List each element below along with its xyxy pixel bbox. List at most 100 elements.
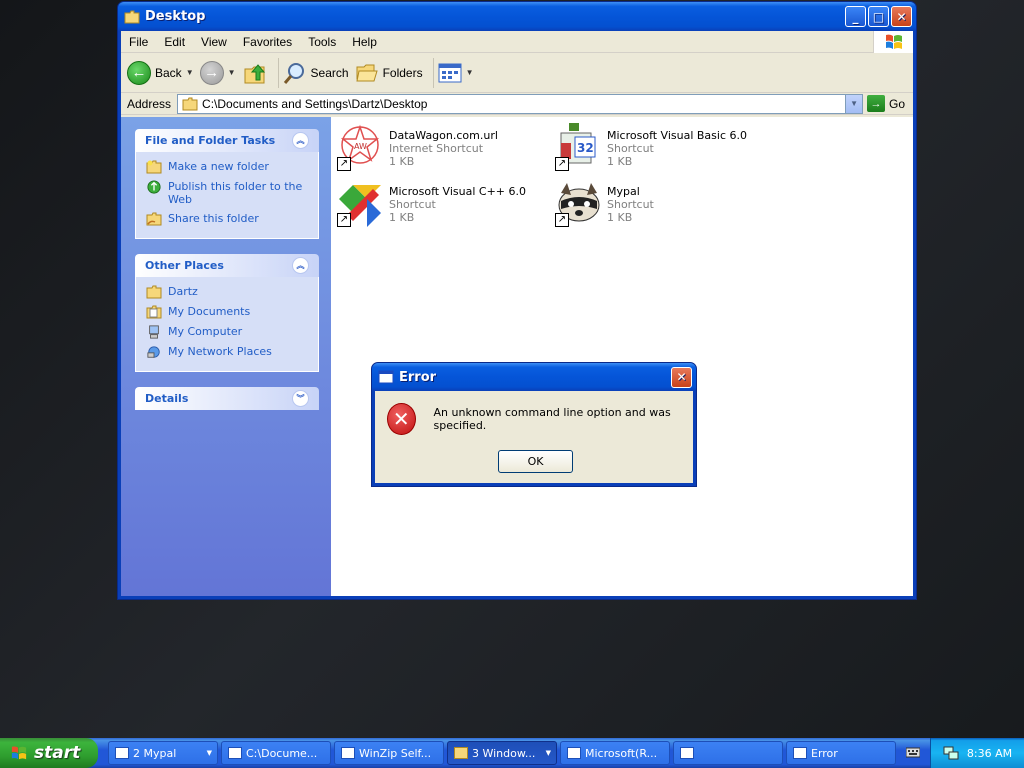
file-item[interactable]: 32 ↗ Microsoft Visual Basic 6.0 Shortcut… [553, 123, 763, 173]
task-label: Make a new folder [168, 160, 269, 173]
menu-help[interactable]: Help [344, 35, 385, 49]
file-name: Mypal [607, 185, 640, 198]
share-folder-link[interactable]: Share this folder [146, 212, 308, 226]
keyboard-icon[interactable] [906, 746, 920, 758]
file-folder-tasks-body: Make a new folder Publish this folder to… [135, 152, 319, 239]
file-type: Shortcut [607, 198, 654, 211]
back-dropdown-icon[interactable]: ▼ [186, 68, 194, 77]
new-folder-icon [146, 160, 162, 174]
dialog-titlebar[interactable]: Error ✕ [372, 363, 696, 391]
taskbar-label: WinZip Self... [359, 746, 432, 760]
dialog-message-row: ✕ An unknown command line option and was… [387, 403, 693, 435]
forward-button[interactable]: → ▼ [199, 60, 236, 85]
taskbar-winzip[interactable]: WinZip Self... [334, 741, 444, 765]
taskbar-label: Error [811, 746, 838, 760]
toolbar-separator [277, 57, 279, 88]
search-label: Search [310, 65, 349, 80]
taskbar-label: 2 Mypal [133, 746, 177, 760]
other-places-header[interactable]: Other Places ︽ [135, 254, 319, 277]
place-network-link[interactable]: My Network Places [146, 345, 308, 359]
address-dropdown-icon[interactable]: ▼ [845, 94, 863, 113]
taskbar-buttons: 2 Mypal ▼ C:\Docume... WinZip Self... 3 … [108, 741, 899, 765]
start-button[interactable]: start [0, 738, 98, 768]
menu-edit[interactable]: Edit [156, 35, 193, 49]
folder-icon [146, 285, 162, 299]
address-path: C:\Documents and Settings\Dartz\Desktop [202, 96, 428, 111]
shortcut-overlay-icon: ↗ [337, 213, 351, 227]
menu-file[interactable]: File [121, 35, 156, 49]
taskbar-windows-group[interactable]: 3 Window... ▼ [447, 741, 557, 765]
window-titlebar[interactable]: Desktop _ □ ✕ [118, 2, 916, 31]
go-button[interactable]: → Go [867, 95, 905, 112]
up-button[interactable] [242, 60, 268, 86]
views-button[interactable]: ▼ [438, 63, 474, 83]
panel-title: File and Folder Tasks [145, 134, 276, 147]
window-icon [680, 747, 694, 759]
file-item[interactable]: AW ↗ DataWagon.com.url Internet Shortcut… [335, 123, 545, 173]
maximize-icon: □ [872, 9, 885, 24]
dialog-message: An unknown command line option and was s… [433, 406, 671, 432]
start-label: start [34, 743, 81, 763]
mypal-icon [115, 747, 129, 759]
file-list: AW ↗ DataWagon.com.url Internet Shortcut… [331, 117, 913, 596]
file-size: 1 KB [607, 211, 633, 224]
network-tray-icon[interactable] [943, 746, 959, 760]
close-icon: ✕ [896, 9, 907, 24]
menu-tools[interactable]: Tools [300, 35, 344, 49]
folder-up-icon [244, 63, 265, 83]
taskbar-untitled[interactable] [673, 741, 783, 765]
folder-icon [454, 747, 468, 759]
setup-icon [567, 747, 581, 759]
dialog-body: ✕ An unknown command line option and was… [375, 391, 693, 483]
file-size: 1 KB [389, 155, 415, 168]
menu-favorites[interactable]: Favorites [235, 35, 300, 49]
panel-title: Details [145, 392, 189, 405]
error-icon: ✕ [387, 403, 416, 435]
address-input[interactable]: C:\Documents and Settings\Dartz\Desktop … [177, 93, 864, 114]
file-type: Internet Shortcut [389, 142, 484, 155]
error-dialog: Error ✕ ✕ An unknown command line option… [371, 362, 697, 487]
window-title: Desktop [145, 9, 206, 24]
panel-title: Other Places [145, 259, 224, 272]
views-dropdown-icon[interactable]: ▼ [466, 68, 474, 77]
forward-dropdown-icon[interactable]: ▼ [228, 68, 236, 77]
svg-text:32: 32 [577, 141, 594, 155]
minimize-button[interactable]: _ [845, 6, 866, 27]
file-folder-tasks-header[interactable]: File and Folder Tasks ︽ [135, 129, 319, 152]
search-button[interactable]: Search [283, 61, 349, 85]
collapse-chevron-icon[interactable]: ︽ [292, 132, 309, 149]
dialog-title: Error [399, 369, 437, 385]
dialog-close-button[interactable]: ✕ [671, 366, 692, 388]
clock[interactable]: 8:36 AM [967, 747, 1012, 760]
taskbar-cmd-window[interactable]: C:\Docume... [221, 741, 331, 765]
publish-folder-link[interactable]: Publish this folder to the Web [146, 180, 308, 206]
toolbar-separator [432, 57, 434, 88]
task-label: Share this folder [168, 212, 259, 225]
place-dartz-link[interactable]: Dartz [146, 285, 308, 299]
folders-button[interactable]: Folders [355, 62, 423, 84]
go-arrow-icon: → [867, 95, 886, 112]
maximize-button[interactable]: □ [868, 6, 889, 27]
details-header[interactable]: Details ︾ [135, 387, 319, 410]
expand-chevron-icon[interactable]: ︾ [292, 390, 309, 407]
collapse-chevron-icon[interactable]: ︽ [292, 257, 309, 274]
task-pane: File and Folder Tasks ︽ Make a new folde… [121, 117, 331, 596]
file-name: DataWagon.com.url [389, 129, 498, 142]
make-new-folder-link[interactable]: Make a new folder [146, 160, 308, 174]
windows-flag-icon [11, 746, 27, 760]
file-item[interactable]: ↗ Mypal Shortcut 1 KB [553, 179, 763, 229]
back-button[interactable]: ← Back ▼ [127, 60, 194, 85]
place-my-documents-link[interactable]: My Documents [146, 305, 308, 319]
views-icon [438, 63, 462, 82]
menu-view[interactable]: View [193, 35, 235, 49]
taskbar-mypal-group[interactable]: 2 Mypal ▼ [108, 741, 218, 765]
taskbar-error[interactable]: Error [786, 741, 896, 765]
ok-button[interactable]: OK [498, 450, 573, 473]
place-my-computer-link[interactable]: My Computer [146, 325, 308, 339]
other-places-body: Dartz My Documents My Computer My Networ… [135, 277, 319, 372]
file-item[interactable]: ↗ Microsoft Visual C++ 6.0 Shortcut 1 KB [335, 179, 545, 229]
taskbar-microsoft[interactable]: Microsoft(R... [560, 741, 670, 765]
file-size: 1 KB [607, 155, 633, 168]
place-label: My Documents [168, 305, 251, 318]
close-button[interactable]: ✕ [891, 6, 912, 27]
